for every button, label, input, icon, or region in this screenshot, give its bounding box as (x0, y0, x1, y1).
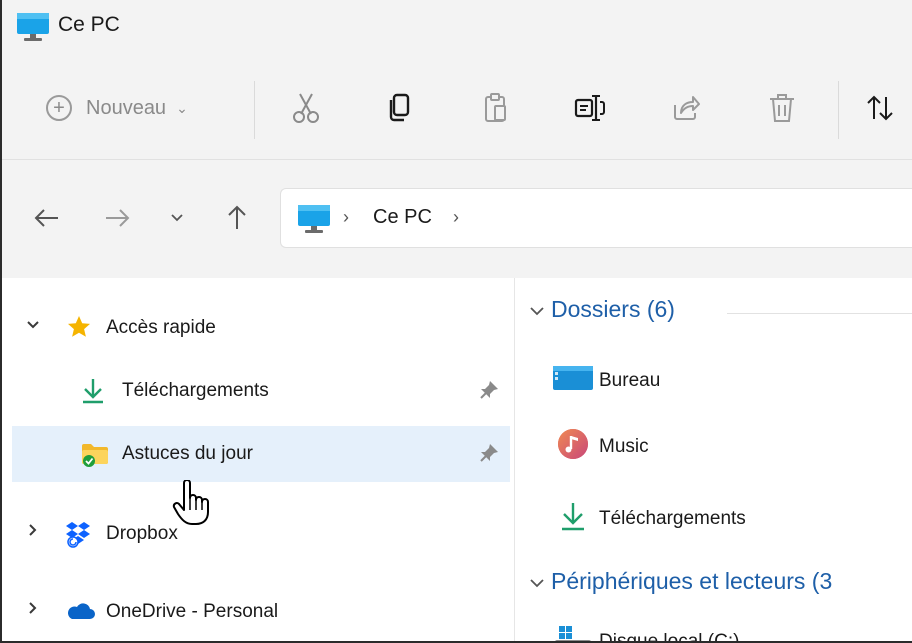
folder-item-downloads[interactable]: Téléchargements (551, 500, 746, 537)
chevron-right-icon[interactable] (28, 523, 38, 542)
back-button[interactable] (32, 203, 62, 233)
cloud-icon (64, 601, 96, 626)
new-button-label: Nouveau (86, 96, 167, 119)
monitor-icon (297, 204, 331, 239)
breadcrumb-item[interactable]: Ce PC (373, 206, 432, 229)
toolbar-separator (838, 81, 839, 139)
new-button[interactable]: + Nouveau ⌄ (46, 95, 188, 121)
nav-item-quick-access[interactable]: Accès rapide (12, 300, 510, 356)
share-icon[interactable] (670, 92, 702, 124)
breadcrumb-chevron-icon[interactable]: › (453, 207, 459, 228)
nav-item-onedrive[interactable]: OneDrive - Personal (12, 584, 510, 640)
monitor-icon (16, 12, 50, 47)
recent-locations-button[interactable] (162, 203, 192, 233)
folder-item-bureau[interactable]: Bureau (551, 362, 660, 399)
chevron-down-icon (529, 569, 545, 595)
nav-item-astuces-du-jour[interactable]: Astuces du jour (12, 426, 510, 482)
hand-cursor-icon (172, 479, 212, 531)
nav-item-label: Téléchargements (122, 380, 269, 401)
nav-item-label: Accès rapide (106, 317, 216, 338)
cut-icon[interactable] (290, 92, 322, 124)
content-area: Dossiers (6) Bureau Music Téléchargement… (515, 278, 912, 643)
explorer-window: Ce PC + Nouveau ⌄ › Ce PC › Accès rapide… (0, 0, 912, 643)
navigation-pane: Accès rapide Téléchargements Astuces du … (2, 278, 514, 641)
folder-item-label: Music (599, 435, 649, 457)
chevron-right-icon[interactable] (28, 601, 38, 620)
chevron-down-icon (529, 297, 545, 323)
drive-item-c[interactable]: Disque local (C:) (551, 624, 740, 643)
download-icon (80, 377, 106, 410)
pin-icon[interactable] (478, 442, 500, 469)
folder-item-music[interactable]: Music (551, 426, 649, 467)
drive-icon (551, 624, 595, 641)
folder-icon (80, 440, 110, 473)
chevron-down-icon: ⌄ (176, 99, 188, 116)
command-bar: + Nouveau ⌄ (2, 55, 912, 160)
toolbar-separator (254, 81, 255, 139)
music-folder-icon (551, 426, 595, 467)
chevron-down-icon[interactable] (26, 317, 40, 335)
paste-icon[interactable] (480, 92, 512, 124)
desktop-folder-icon (551, 362, 595, 399)
navigation-bar: › Ce PC › (2, 160, 912, 278)
pin-icon[interactable] (478, 379, 500, 406)
sort-icon[interactable] (864, 92, 896, 124)
nav-item-label: OneDrive - Personal (106, 601, 279, 622)
window-title: Ce PC (58, 13, 120, 36)
forward-button[interactable] (102, 203, 132, 233)
folder-item-label: Téléchargements (599, 507, 746, 529)
rename-icon[interactable] (574, 92, 606, 124)
group-header-devices[interactable]: Périphériques et lecteurs (3 (529, 568, 832, 595)
group-title: Périphériques et lecteurs (3 (551, 568, 833, 594)
nav-item-downloads[interactable]: Téléchargements (12, 363, 510, 419)
delete-icon[interactable] (766, 92, 798, 124)
address-bar[interactable]: › Ce PC › (280, 188, 912, 248)
nav-item-dropbox[interactable]: Dropbox (12, 506, 510, 562)
up-button[interactable] (222, 203, 252, 233)
folder-item-label: Bureau (599, 369, 661, 391)
nav-item-label: Astuces du jour (122, 443, 253, 464)
star-icon (66, 314, 92, 345)
group-header-folders[interactable]: Dossiers (6) (529, 296, 675, 323)
copy-icon[interactable] (384, 92, 416, 124)
nav-item-label: Dropbox (106, 523, 178, 544)
breadcrumb-chevron-icon[interactable]: › (343, 207, 349, 228)
dropbox-icon (64, 520, 94, 553)
title-bar: Ce PC (2, 0, 912, 55)
group-title: Dossiers (6) (551, 296, 675, 322)
group-divider (727, 313, 912, 314)
drive-item-label: Disque local (C:) (599, 630, 740, 643)
download-icon (551, 500, 595, 537)
plus-icon: + (46, 95, 72, 121)
